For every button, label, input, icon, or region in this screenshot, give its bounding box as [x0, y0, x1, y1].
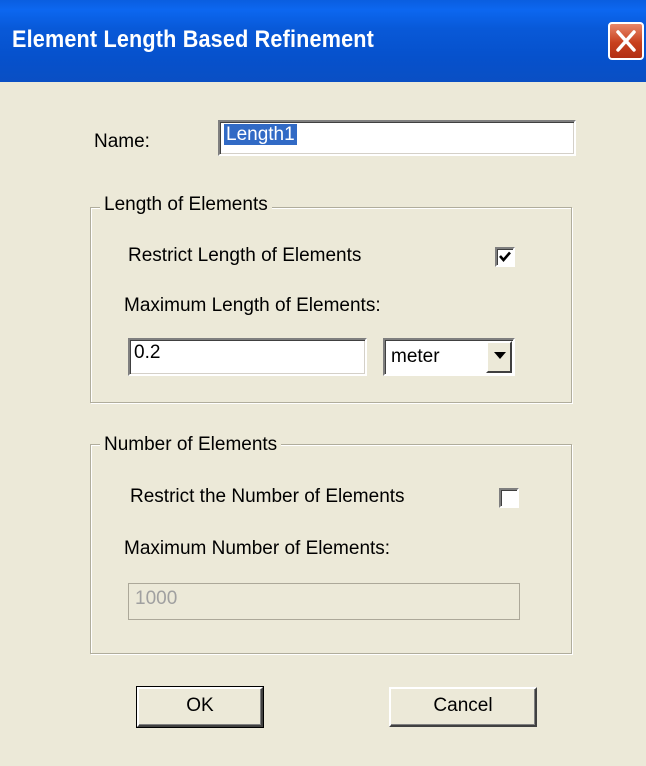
- restrict-length-label: Restrict Length of Elements: [128, 245, 362, 266]
- max-number-input[interactable]: 1000: [128, 583, 520, 620]
- chevron-down-icon: [494, 352, 506, 359]
- restrict-number-label: Restrict the Number of Elements: [130, 486, 405, 507]
- name-label: Name:: [94, 131, 150, 152]
- window-title: Element Length Based Refinement: [12, 26, 375, 53]
- max-length-value: 0.2: [134, 342, 161, 363]
- dialog-body: Name: Length1 Length of Elements Restric…: [0, 82, 646, 766]
- restrict-length-checkbox[interactable]: [495, 247, 515, 267]
- close-icon: [616, 30, 636, 52]
- close-button[interactable]: [608, 22, 644, 60]
- max-length-input[interactable]: 0.2: [128, 338, 367, 376]
- length-group-legend: Length of Elements: [100, 194, 272, 216]
- name-input-value: Length1: [224, 124, 297, 145]
- ok-button-label: OK: [186, 695, 214, 716]
- number-group-legend: Number of Elements: [100, 434, 282, 456]
- unit-select-value: meter: [391, 346, 440, 367]
- cancel-button[interactable]: Cancel: [389, 687, 537, 727]
- ok-button[interactable]: OK: [136, 686, 264, 728]
- unit-dropdown-button[interactable]: [486, 341, 512, 373]
- max-number-value: 1000: [135, 588, 178, 609]
- unit-select[interactable]: meter: [383, 338, 515, 376]
- max-number-label: Maximum Number of Elements:: [124, 538, 391, 559]
- max-length-label: Maximum Length of Elements:: [124, 295, 381, 316]
- name-input[interactable]: Length1: [218, 120, 576, 156]
- title-bar[interactable]: Element Length Based Refinement: [0, 0, 646, 82]
- checkmark-icon: [499, 251, 511, 262]
- cancel-button-label: Cancel: [433, 695, 493, 716]
- restrict-number-checkbox[interactable]: [499, 488, 519, 508]
